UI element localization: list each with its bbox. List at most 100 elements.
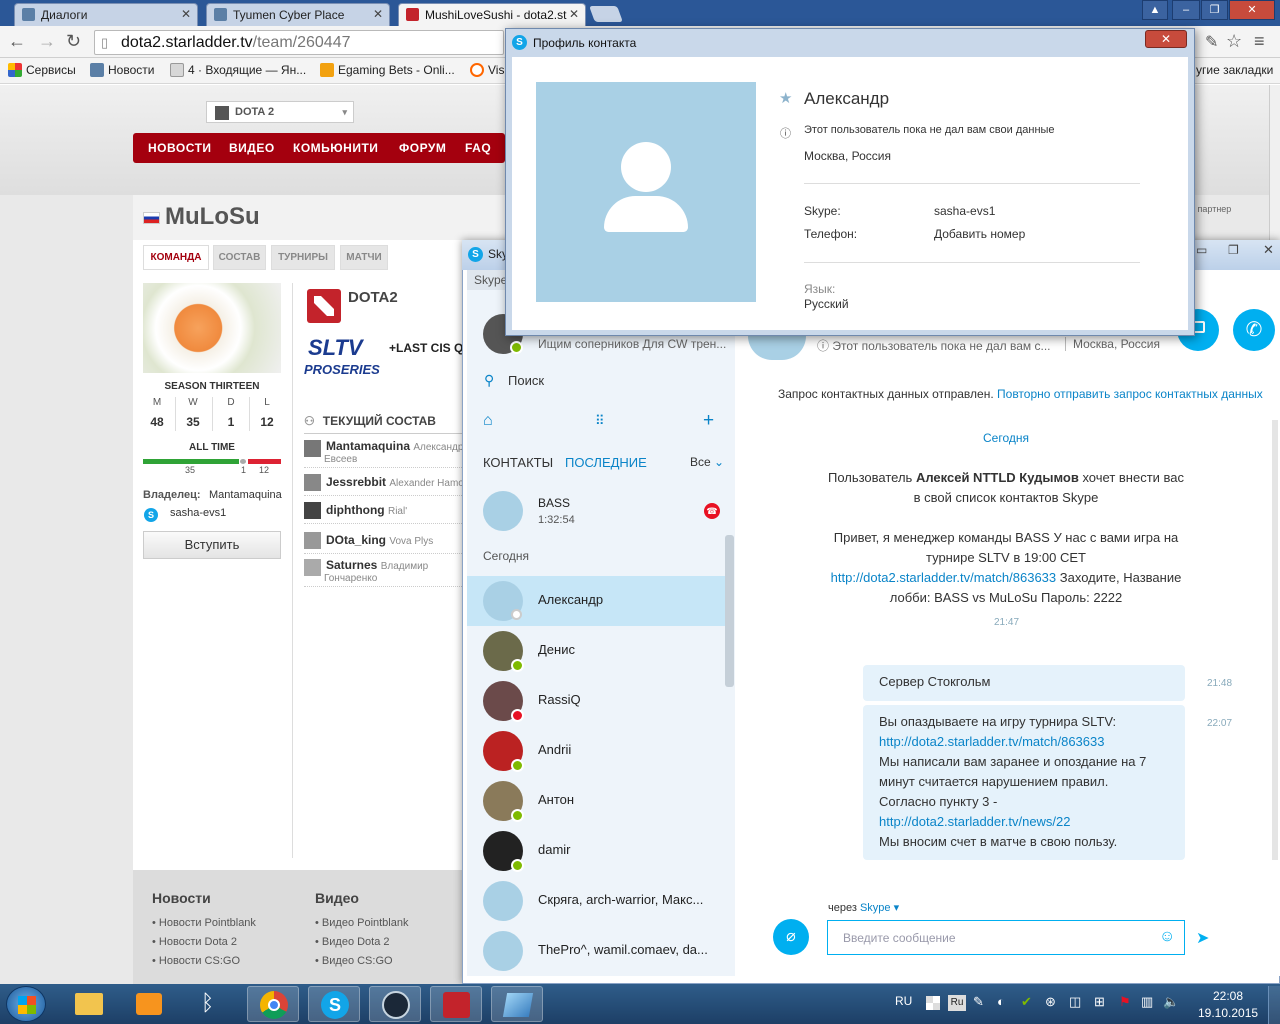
contact-item[interactable]: Антон [467, 776, 727, 826]
tab-matches[interactable]: МАТЧИ [340, 245, 388, 270]
contact-item[interactable]: Денис [467, 626, 727, 676]
tab-contacts[interactable]: КОНТАКТЫ [483, 455, 553, 470]
bookmark-egaming[interactable]: Egaming Bets - Onli... [320, 63, 455, 77]
match-link[interactable]: http://dota2.starladder.tv/match/863633 [879, 732, 1169, 752]
search-input[interactable]: Поиск [508, 373, 544, 388]
menu-icon[interactable]: ≡ [1254, 31, 1265, 52]
bookmark-services[interactable]: Сервисы [8, 63, 76, 77]
dialpad-icon[interactable]: ⠿ [595, 413, 605, 429]
clock-time[interactable]: 22:08 [1198, 989, 1258, 1003]
language-indicator[interactable]: RU [895, 994, 912, 1008]
address-bar[interactable]: ▯ dota2.starladder.tv/team/260447 [94, 30, 504, 55]
footer-link[interactable]: • Видео CS:GO [315, 955, 393, 967]
message-input[interactable]: Введите сообщение [827, 920, 1185, 955]
restore-button[interactable]: ❐ [1228, 243, 1239, 257]
add-phone-link[interactable]: Добавить номер [934, 227, 1025, 241]
show-desktop-button[interactable] [1268, 986, 1280, 1024]
steam-tray-icon[interactable]: ⊛ [1045, 994, 1056, 1010]
tray-icon[interactable]: ✔ [1021, 994, 1032, 1010]
footer-link[interactable]: • Новости CS:GO [152, 955, 240, 967]
add-icon[interactable]: + [703, 410, 714, 432]
close-icon[interactable]: ✕ [181, 7, 191, 21]
contact-item[interactable]: Александр [467, 576, 727, 626]
forward-icon[interactable]: → [38, 31, 56, 52]
minimize-button[interactable]: ▭ [1196, 243, 1207, 257]
close-button[interactable]: ✕ [1263, 242, 1274, 258]
join-button[interactable]: Вступить [143, 531, 281, 559]
user-icon[interactable]: ▲ [1142, 0, 1168, 20]
start-button[interactable] [6, 986, 46, 1022]
media-task[interactable] [123, 986, 175, 1022]
tab-dialogs[interactable]: Диалоги ✕ [14, 3, 198, 26]
attach-button[interactable]: ⌀ [773, 919, 809, 955]
tray-icon[interactable]: ⊞ [1094, 994, 1105, 1010]
filter-select[interactable]: Все ⌄ [690, 455, 724, 469]
emoticon-icon[interactable]: ☺ [1159, 928, 1175, 946]
tab-tournaments[interactable]: ТУРНИРЫ [271, 245, 335, 270]
contact-bass[interactable]: BASS 1:32:54 ☎ [467, 486, 727, 538]
reload-icon[interactable]: ↻ [66, 31, 81, 52]
roster-item[interactable]: diphthong Rial' [304, 500, 464, 524]
flag-icon[interactable]: ⚑ [1119, 994, 1131, 1010]
star-icon[interactable]: ★ [779, 89, 792, 107]
skype-name-value[interactable]: sasha-evs1 [934, 204, 995, 218]
roster-item[interactable]: Jessrebbit Alexander Hamo [304, 472, 464, 496]
contacts-scrollbar[interactable] [725, 535, 734, 687]
footer-link[interactable]: • Видео Pointblank [315, 917, 408, 929]
windows-tray-icon[interactable] [926, 996, 940, 1010]
tab-team[interactable]: КОМАНДА [143, 245, 209, 270]
nav-news[interactable]: НОВОСТИ [148, 141, 212, 155]
tab-roster[interactable]: СОСТАВ [213, 245, 266, 270]
tray-icon[interactable]: ✎ [973, 994, 984, 1010]
footer-link[interactable]: • Новости Dota 2 [152, 936, 237, 948]
bookmark-inbox[interactable]: 4 · Входящие — Ян... [170, 63, 306, 77]
close-icon[interactable]: ✕ [569, 7, 579, 21]
footer-link[interactable]: • Видео Dota 2 [315, 936, 390, 948]
minimize-button[interactable]: – [1172, 0, 1200, 20]
footer-link[interactable]: • Новости Pointblank [152, 917, 256, 929]
contact-item[interactable]: ThePro^, wamil.comaev, da... [467, 926, 727, 976]
roster-item[interactable]: Mantamaquina Александр Евсеев [304, 438, 464, 468]
dota-task[interactable] [430, 986, 482, 1022]
app-task[interactable] [491, 986, 543, 1022]
bluetooth-task[interactable]: ᛒ [185, 986, 237, 1022]
close-button[interactable]: ✕ [1145, 30, 1187, 48]
tab-recent[interactable]: ПОСЛЕДНИЕ [565, 455, 647, 470]
bookmark-vis[interactable]: Vis [470, 63, 504, 77]
nav-forum[interactable]: ФОРУМ [399, 141, 446, 155]
owner-name[interactable]: Mantamaquina [209, 489, 282, 501]
match-link[interactable]: http://dota2.starladder.tv/match/863633 [831, 570, 1056, 585]
resend-request-link[interactable]: Повторно отправить запрос контактных дан… [997, 387, 1263, 401]
nav-community[interactable]: КОМЬЮНИТИ [293, 141, 378, 155]
wrench-icon[interactable]: ✎ [1205, 32, 1218, 52]
send-icon[interactable]: ➤ [1196, 928, 1209, 948]
network-icon[interactable]: ▥ [1141, 994, 1153, 1010]
nav-video[interactable]: ВИДЕО [229, 141, 275, 155]
tray-icon[interactable]: ◫ [1069, 994, 1081, 1010]
contact-item[interactable]: Скряга, arch-warrior, Макс... [467, 876, 727, 926]
tab-tyumen[interactable]: Tyumen Cyber Place ✕ [206, 3, 390, 26]
back-icon[interactable]: ← [8, 31, 26, 52]
ime-indicator[interactable]: Ru [948, 995, 966, 1011]
close-icon[interactable]: ✕ [373, 7, 383, 21]
roster-item[interactable]: Saturnes Владимир Гончаренко [304, 557, 464, 587]
via-skype-select[interactable]: Skype ▾ [860, 902, 899, 914]
explorer-task[interactable] [63, 986, 115, 1022]
close-window-button[interactable]: ✕ [1229, 0, 1275, 20]
contact-item[interactable]: RassiQ [467, 676, 727, 726]
tab-mushi[interactable]: MushiLoveSushi - dota2.st ✕ [398, 3, 586, 26]
steam-task[interactable] [369, 986, 421, 1022]
my-mood[interactable]: Ищим соперников Для CW трен... [538, 337, 726, 351]
chrome-task[interactable] [247, 986, 299, 1022]
clock-date[interactable]: 19.10.2015 [1198, 1006, 1258, 1020]
new-tab-button[interactable] [589, 6, 623, 22]
chat-scrollbar[interactable] [1272, 420, 1278, 860]
contact-item[interactable]: damir [467, 826, 727, 876]
home-icon[interactable]: ⌂ [483, 412, 493, 430]
skype-task[interactable]: S [308, 986, 360, 1022]
nav-faq[interactable]: FAQ [465, 141, 491, 155]
star-icon[interactable]: ☆ [1226, 31, 1242, 52]
contact-item[interactable]: Andrii [467, 726, 727, 776]
call-button[interactable]: ✆ [1233, 309, 1275, 351]
other-bookmarks[interactable]: угие закладки [1196, 63, 1273, 77]
